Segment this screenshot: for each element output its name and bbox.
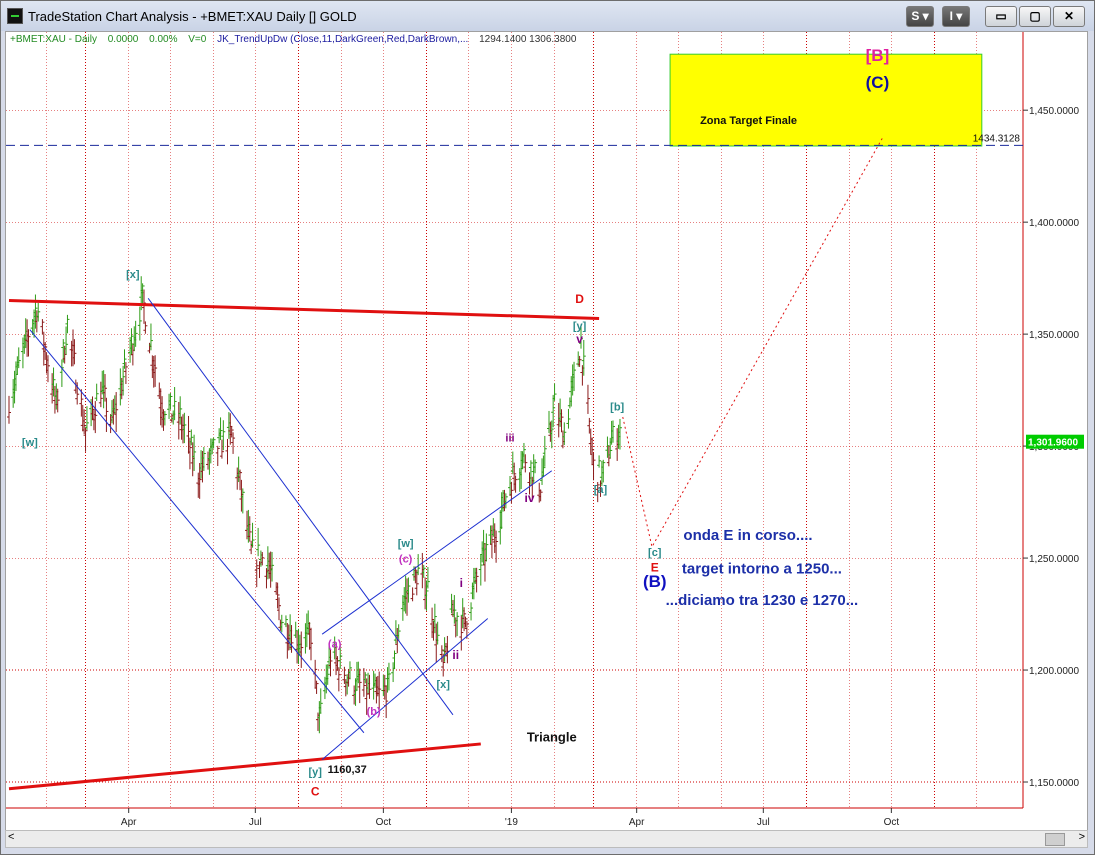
wave-label: iii [505, 433, 514, 445]
y-tick-label: 1,250.0000 [1029, 554, 1079, 565]
annotation-text: Triangle [527, 730, 577, 745]
wave-label: [b] [610, 401, 624, 413]
x-tick-label: Jul [757, 817, 770, 828]
price-chart[interactable]: 1,450.00001,400.00001,350.00001,300.0000… [6, 32, 1087, 830]
wave-label: (b) [367, 706, 381, 718]
window-title: TradeStation Chart Analysis - +BMET:XAU … [28, 9, 357, 24]
y-tick-label: 1,400.0000 [1029, 218, 1079, 229]
wave-label: (C) [866, 73, 890, 92]
y-tick-label: 1,200.0000 [1029, 666, 1079, 677]
wave-label: [y] [308, 766, 322, 778]
chart-area[interactable]: 1,450.00001,400.00001,350.00001,300.0000… [5, 31, 1088, 831]
wave-label: [a] [594, 484, 608, 496]
status-line: +BMET:XAU - Daily 0.0000 0.00% V=0 JK_Tr… [10, 34, 584, 45]
triangle-lower-trendline [8, 742, 481, 791]
wave-label: D [575, 292, 584, 306]
projection-path [622, 136, 884, 549]
y-tick-label: 1,350.0000 [1029, 330, 1079, 341]
wave-label: v [576, 332, 583, 346]
x-tick-label: Jul [249, 817, 262, 828]
chart-window: TradeStation Chart Analysis - +BMET:XAU … [0, 0, 1095, 855]
wave-label: [c] [648, 547, 662, 559]
target-level-label: 1434.3128 [973, 133, 1021, 144]
wave-label: (a) [328, 639, 342, 651]
wave-label: i [460, 576, 463, 590]
close-icon[interactable]: ✕ [1053, 6, 1085, 27]
wave-label: [y] [573, 321, 587, 333]
target-zone-box [669, 53, 983, 147]
i-menu-button[interactable]: I ▾ [942, 6, 970, 27]
status-change: 0.0000 [107, 34, 139, 45]
annotation-text: ...diciamo tra 1230 e 1270... [666, 592, 859, 609]
wave-label: [w] [22, 437, 38, 449]
x-tick-label: Apr [121, 817, 137, 828]
wave-label: ii [452, 648, 459, 662]
annotation-text: onda E in corso.... [683, 527, 812, 544]
triangle-upper-trendline [8, 299, 600, 320]
wave-label: [x] [126, 269, 140, 281]
horizontal-scrollbar[interactable]: < > [5, 830, 1088, 848]
status-indicator: JK_TrendUpDw (Close,11,DarkGreen,Red,Dar… [217, 34, 469, 45]
scroll-left-icon[interactable]: < [8, 831, 14, 843]
status-values: 1294.1400 1306.3800 [479, 34, 577, 45]
x-tick-label: Oct [376, 817, 392, 828]
annotation-text: target intorno a 1250... [682, 561, 842, 578]
wave-label: [x] [436, 679, 450, 691]
x-tick-label: Oct [884, 817, 900, 828]
scroll-thumb[interactable] [1045, 833, 1065, 846]
y-tick-label: 1,150.0000 [1029, 778, 1079, 789]
maximize-icon[interactable]: ▢ [1019, 6, 1051, 27]
status-pct: 0.00% [149, 34, 178, 45]
title-bar[interactable]: TradeStation Chart Analysis - +BMET:XAU … [1, 1, 1094, 31]
s-menu-button[interactable]: S ▾ [906, 6, 934, 27]
wave-label: [B] [866, 46, 890, 65]
y-tick-label: 1,450.0000 [1029, 106, 1079, 117]
x-tick-label: Apr [629, 817, 645, 828]
status-symbol: +BMET:XAU - Daily [10, 34, 97, 45]
wave-label: (c) [399, 554, 413, 566]
wave-label: C [311, 784, 320, 798]
channel-down-trendline [29, 329, 365, 734]
minimize-icon[interactable]: ▭ [985, 6, 1017, 27]
annotation-text: 1160,37 [328, 764, 367, 776]
channel-up-trendline [321, 470, 553, 635]
wave-label: (B) [643, 572, 667, 591]
x-tick-label: '19 [505, 817, 518, 828]
wave-label: iv [524, 491, 534, 505]
target-zone-label: Zona Target Finale [700, 115, 797, 127]
current-price-label: 1,301.9600 [1028, 438, 1078, 449]
scroll-right-icon[interactable]: > [1079, 831, 1085, 843]
app-chart-icon [7, 8, 23, 24]
wave-label: [w] [398, 538, 414, 550]
status-volume: V=0 [188, 34, 207, 45]
